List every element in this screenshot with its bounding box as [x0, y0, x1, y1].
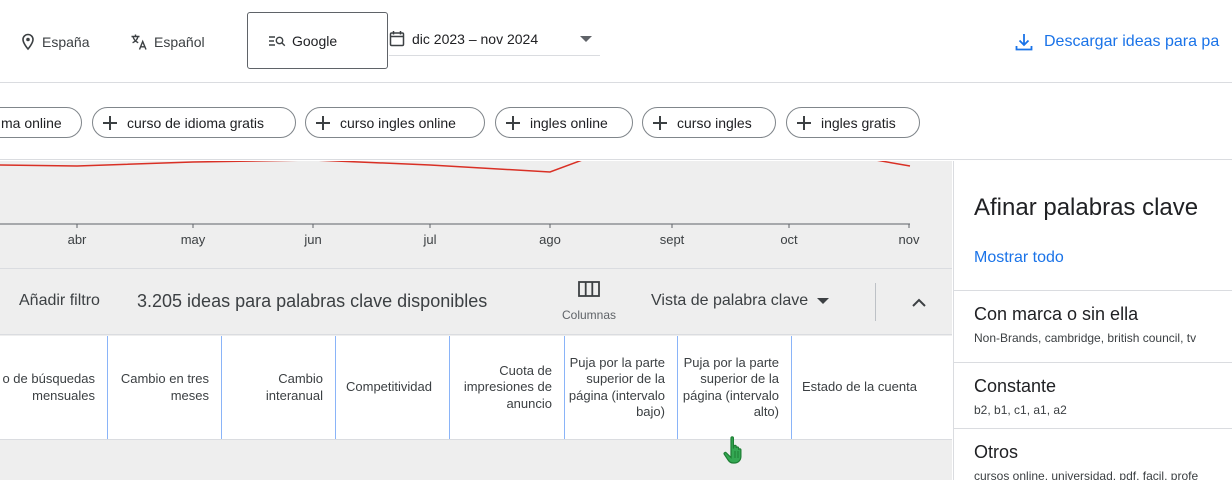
toolbar-divider [875, 283, 876, 321]
network-label: Google [292, 32, 338, 49]
calendar-icon [389, 31, 405, 47]
location-selector[interactable]: España [20, 0, 89, 83]
month-tick-label: jul [423, 232, 437, 247]
column-header-competition[interactable]: Competitividad [336, 336, 450, 439]
refine-section-brand[interactable]: Con marca o sin ella Non-Brands, cambrid… [954, 290, 1232, 362]
plus-icon [797, 115, 811, 130]
refine-section-title: Constante [974, 376, 1057, 396]
ideas-count-text: 3.205 ideas para palabras clave disponib… [137, 291, 488, 311]
plus-icon [653, 115, 667, 130]
download-icon [1015, 33, 1033, 50]
keyword-chip[interactable]: curso de idioma gratis [92, 107, 296, 138]
column-header-three-month-change[interactable]: Cambio en tres meses [108, 336, 222, 439]
month-tick-label: nov [898, 232, 920, 247]
show-all-link[interactable]: Mostrar todo [974, 249, 1064, 267]
column-header-top-bid-high[interactable]: Puja por la parte superior de la página … [678, 336, 792, 439]
keyword-chip[interactable]: ma online [0, 107, 82, 138]
translate-icon [131, 34, 147, 50]
columns-button[interactable]: Columnas [548, 281, 630, 329]
chevron-up-icon[interactable] [905, 289, 933, 317]
keyword-table-header: o de búsquedas mensuales Cambio en tres … [0, 336, 952, 440]
refine-section-others[interactable]: Otros cursos online, universidad, pdf, f… [954, 428, 1232, 480]
chip-label: ingles gratis [821, 114, 896, 131]
keyword-suggestion-chips: ma online curso de idioma gratis curso i… [0, 84, 1232, 160]
refine-section-subtitle: cursos online, universidad, pdf, facil, … [974, 469, 1199, 480]
download-label: Descargar ideas para pa [1044, 32, 1220, 50]
dropdown-caret-icon [817, 298, 830, 304]
trend-line-chart [0, 161, 911, 228]
chip-label: ingles online [530, 114, 608, 131]
search-list-icon [269, 35, 286, 46]
refine-section-title: Otros [974, 442, 1019, 462]
month-tick-label: may [180, 232, 206, 247]
month-tick-label: sept [659, 232, 685, 247]
keyword-chip[interactable]: ingles online [495, 107, 633, 138]
keyword-chip[interactable]: curso ingles [642, 107, 776, 138]
dropdown-caret-icon [580, 36, 592, 42]
plus-icon [316, 115, 330, 130]
refine-section-subtitle: b2, b1, c1, a1, a2 [974, 403, 1067, 417]
plus-icon [103, 115, 117, 130]
language-label: Español [154, 33, 205, 50]
chip-label: ma online [1, 114, 62, 131]
top-toolbar: España Español Google dic 2023 – nov 202… [0, 0, 1232, 83]
hand-pointer-icon [723, 436, 742, 464]
view-label: Vista de palabra clave [651, 292, 809, 309]
refine-keywords-panel: Afinar palabras clave Mostrar todo Con m… [953, 161, 1232, 480]
language-selector[interactable]: Español [130, 0, 205, 83]
column-header-yoy-change[interactable]: Cambio interanual [222, 336, 336, 439]
column-header-avg-monthly-searches[interactable]: o de búsquedas mensuales [0, 336, 108, 439]
date-range-selector[interactable]: dic 2023 – nov 2024 [389, 22, 600, 56]
chip-label: curso ingles [677, 114, 752, 131]
columns-label: Columnas [561, 308, 617, 322]
month-tick-label: oct [780, 232, 798, 247]
refine-section-constant[interactable]: Constante b2, b1, c1, a1, a2 [954, 362, 1232, 428]
location-label: España [42, 33, 90, 50]
refine-panel-title: Afinar palabras clave [974, 194, 1199, 221]
columns-icon [578, 281, 600, 297]
refine-section-title: Con marca o sin ella [974, 304, 1139, 324]
refine-section-subtitle: Non-Brands, cambridge, british council, … [974, 331, 1197, 345]
keyword-view-selector[interactable]: Vista de palabra clave [651, 292, 830, 310]
keyword-chip[interactable]: curso ingles online [305, 107, 485, 138]
month-tick-label: jun [304, 232, 322, 247]
month-tick-label: ago [539, 232, 561, 247]
search-volume-chart: abr may jun jul ago sept oct nov [0, 161, 952, 268]
download-ideas-button[interactable]: Descargar ideas para pa [1014, 0, 1219, 83]
month-tick-label: abr [67, 232, 87, 247]
table-body-placeholder [0, 440, 952, 480]
trend-line [0, 161, 911, 173]
column-header-account-status[interactable]: Estado de la cuenta [792, 336, 952, 439]
plus-icon [506, 115, 520, 130]
location-pin-icon [22, 33, 34, 50]
main-results-area: abr may jun jul ago sept oct nov Añadir … [0, 161, 952, 480]
date-range-label: dic 2023 – nov 2024 [412, 30, 539, 47]
chip-label: curso ingles online [340, 114, 456, 131]
column-header-ad-impression-share[interactable]: Cuota de impresiones de anuncio [450, 336, 565, 439]
keyword-chip[interactable]: ingles gratis [786, 107, 920, 138]
column-header-top-bid-low[interactable]: Puja por la parte superior de la página … [565, 336, 678, 439]
filter-bar: Añadir filtro 3.205 ideas para palabras … [0, 268, 952, 335]
search-network-selector[interactable]: Google [247, 12, 388, 69]
chip-label: curso de idioma gratis [127, 114, 264, 131]
add-filter-button[interactable]: Añadir filtro [19, 292, 100, 310]
